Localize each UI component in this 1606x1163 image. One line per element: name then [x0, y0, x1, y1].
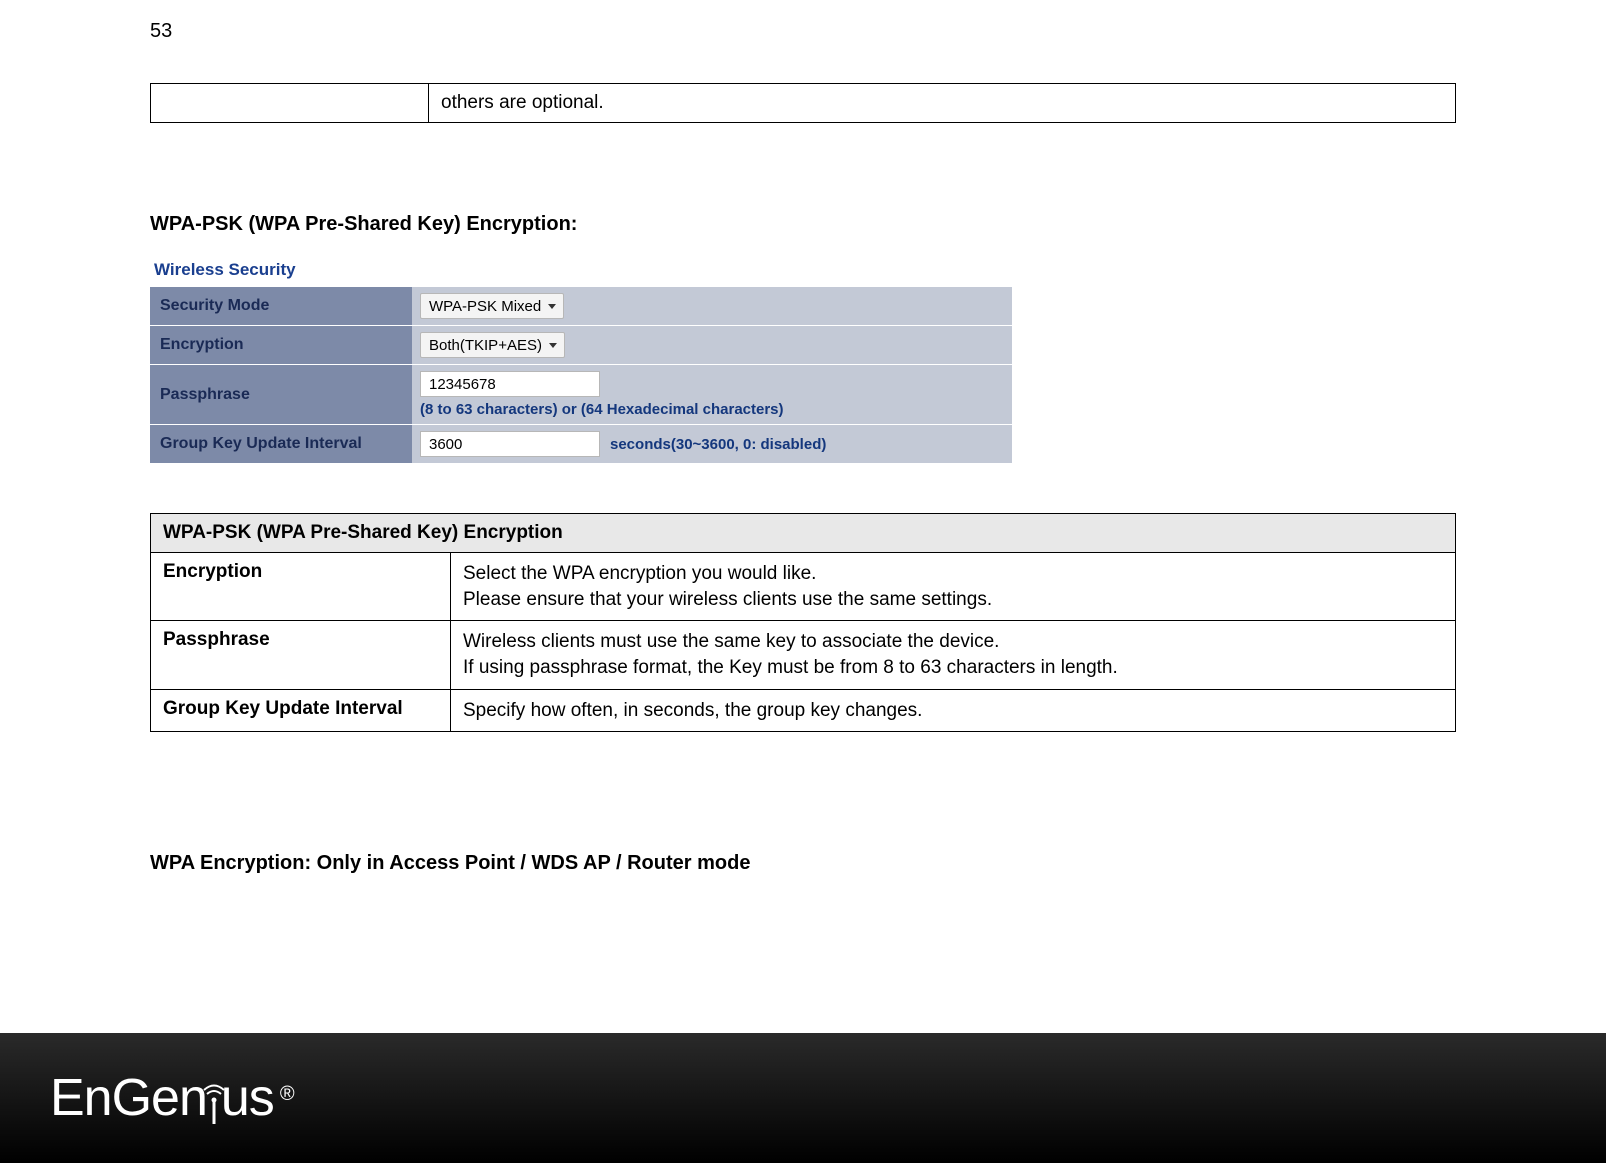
desc-label-passphrase: Passphrase — [151, 621, 451, 689]
top-fragment-left — [151, 84, 429, 123]
desc-table-header: WPA-PSK (WPA Pre-Shared Key) Encryption — [151, 514, 1456, 553]
table-header-row: WPA-PSK (WPA Pre-Shared Key) Encryption — [151, 514, 1456, 553]
encryption-label: Encryption — [150, 326, 412, 364]
engenius-logo: EnGen us ® — [50, 1068, 295, 1128]
section-heading-wpa-encryption: WPA Encryption: Only in Access Point / W… — [150, 852, 1456, 875]
desc-label-group-key: Group Key Update Interval — [151, 689, 451, 732]
wpa-psk-description-table: WPA-PSK (WPA Pre-Shared Key) Encryption … — [150, 513, 1456, 732]
group-key-input[interactable] — [420, 431, 600, 457]
table-row: Passphrase Wireless clients must use the… — [151, 621, 1456, 689]
security-mode-select[interactable]: WPA-PSK Mixed — [420, 293, 564, 319]
top-fragment-right: others are optional. — [429, 84, 1456, 123]
section-heading-wpa-psk: WPA-PSK (WPA Pre-Shared Key) Encryption: — [150, 213, 1456, 236]
security-mode-value-cell: WPA-PSK Mixed — [412, 287, 1012, 325]
registered-trademark-icon: ® — [280, 1083, 295, 1106]
encryption-select[interactable]: Both(TKIP+AES) — [420, 332, 565, 358]
desc-label-encryption: Encryption — [151, 553, 451, 621]
group-key-hint: seconds(30~3600, 0: disabled) — [610, 436, 826, 453]
table-row: Encryption Select the WPA encryption you… — [151, 553, 1456, 621]
antenna-icon — [205, 1086, 223, 1130]
table-row: Group Key Update Interval Specify how of… — [151, 689, 1456, 732]
encryption-row: Encryption Both(TKIP+AES) — [150, 325, 1012, 364]
passphrase-label: Passphrase — [150, 365, 412, 424]
page-footer: EnGen us ® — [0, 1033, 1606, 1163]
passphrase-value-cell: (8 to 63 characters) or (64 Hexadecimal … — [412, 365, 1012, 424]
passphrase-row: Passphrase (8 to 63 characters) or (64 H… — [150, 364, 1012, 424]
page-number: 53 — [150, 20, 1456, 43]
desc-text-passphrase: Wireless clients must use the same key t… — [451, 621, 1456, 689]
desc-text-group-key: Specify how often, in seconds, the group… — [451, 689, 1456, 732]
table-row: others are optional. — [151, 84, 1456, 123]
encryption-value-cell: Both(TKIP+AES) — [412, 326, 1012, 364]
logo-part1: EnGen — [50, 1068, 207, 1128]
passphrase-hint: (8 to 63 characters) or (64 Hexadecimal … — [420, 401, 1004, 418]
security-mode-label: Security Mode — [150, 287, 412, 325]
group-key-label: Group Key Update Interval — [150, 425, 412, 463]
group-key-row: Group Key Update Interval seconds(30~360… — [150, 424, 1012, 463]
wireless-security-panel: Wireless Security Security Mode WPA-PSK … — [150, 254, 1012, 463]
wireless-security-title: Wireless Security — [150, 254, 1012, 286]
security-mode-row: Security Mode WPA-PSK Mixed — [150, 286, 1012, 325]
top-fragment-table: others are optional. — [150, 83, 1456, 123]
desc-text-encryption: Select the WPA encryption you would like… — [451, 553, 1456, 621]
passphrase-input[interactable] — [420, 371, 600, 397]
group-key-value-cell: seconds(30~3600, 0: disabled) — [412, 425, 1012, 463]
